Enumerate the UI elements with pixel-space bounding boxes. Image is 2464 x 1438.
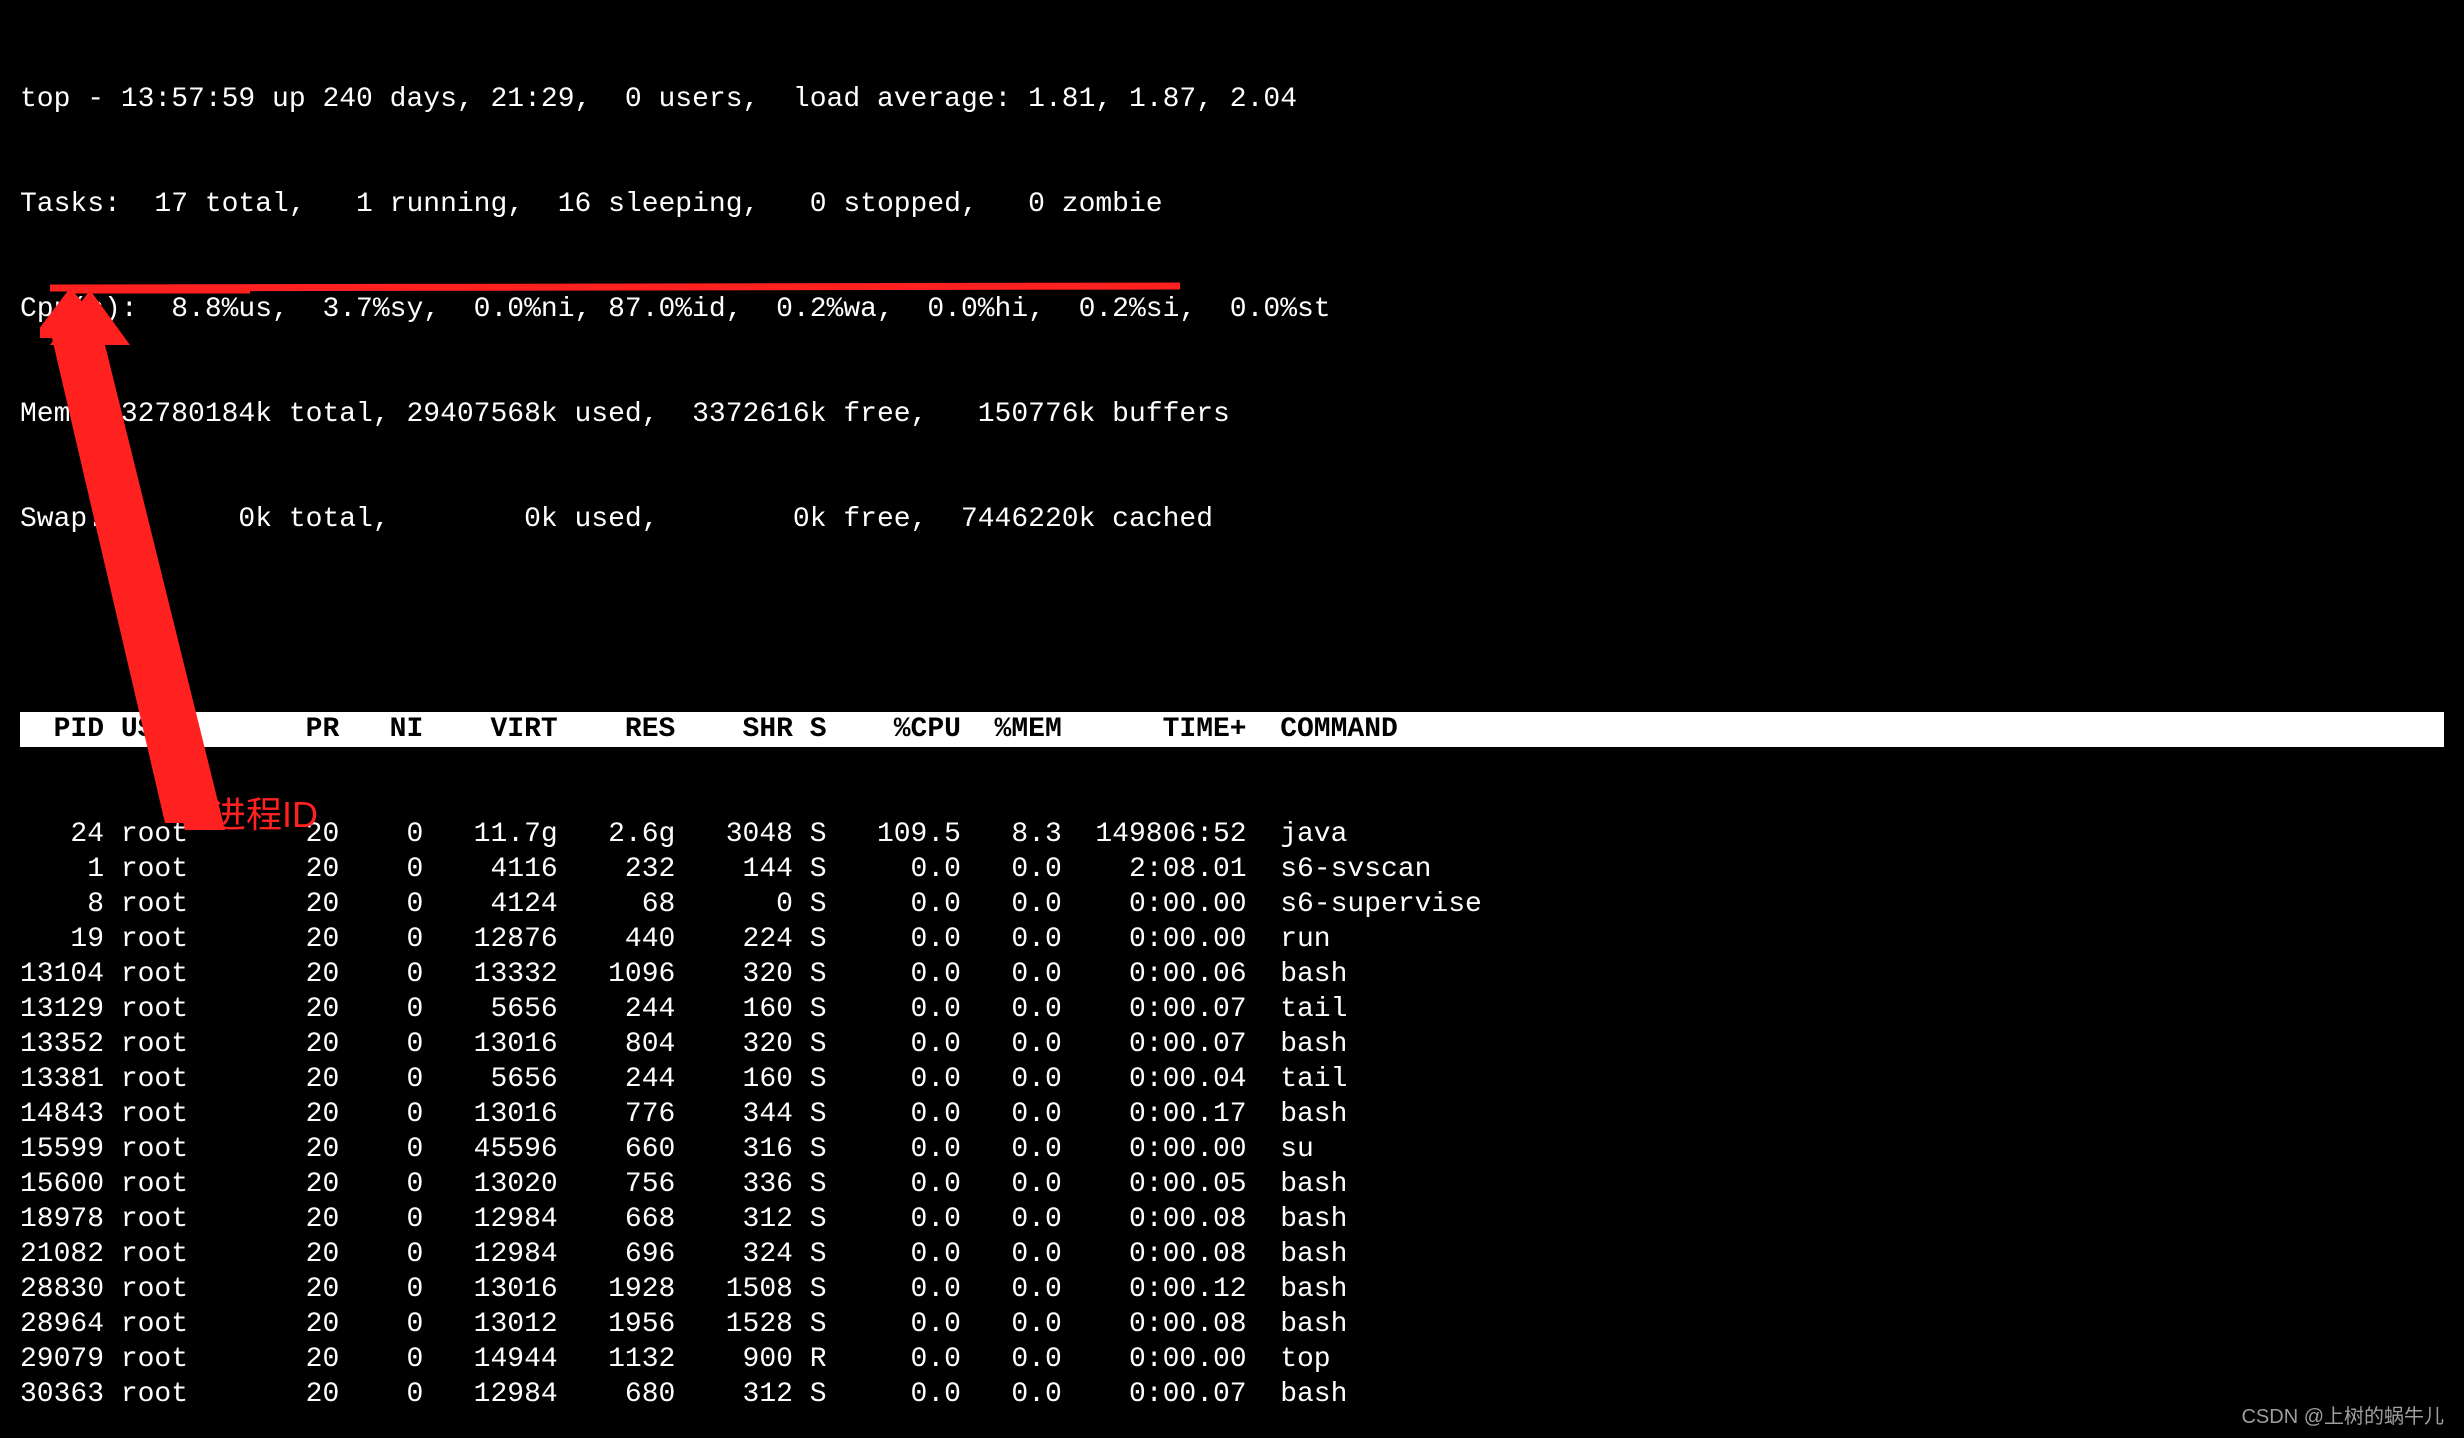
process-row: 13381 root 20 0 5656 244 160 S 0.0 0.0 0… <box>20 1062 2444 1097</box>
process-row: 15599 root 20 0 45596 660 316 S 0.0 0.0 … <box>20 1132 2444 1167</box>
process-row: 28830 root 20 0 13016 1928 1508 S 0.0 0.… <box>20 1272 2444 1307</box>
top-summary-swap: Swap: 0k total, 0k used, 0k free, 744622… <box>20 502 2444 537</box>
process-row: 13352 root 20 0 13016 804 320 S 0.0 0.0 … <box>20 1027 2444 1062</box>
process-row: 29079 root 20 0 14944 1132 900 R 0.0 0.0… <box>20 1342 2444 1377</box>
process-row: 13104 root 20 0 13332 1096 320 S 0.0 0.0… <box>20 957 2444 992</box>
process-row: 21082 root 20 0 12984 696 324 S 0.0 0.0 … <box>20 1237 2444 1272</box>
process-row: 28964 root 20 0 13012 1956 1528 S 0.0 0.… <box>20 1307 2444 1342</box>
process-row: 1 root 20 0 4116 232 144 S 0.0 0.0 2:08.… <box>20 852 2444 887</box>
watermark: CSDN @上树的蜗牛儿 <box>2241 1405 2444 1430</box>
process-row: 30363 root 20 0 12984 680 312 S 0.0 0.0 … <box>20 1377 2444 1412</box>
process-row: 15600 root 20 0 13020 756 336 S 0.0 0.0 … <box>20 1167 2444 1202</box>
top-summary-mem: Mem: 32780184k total, 29407568k used, 33… <box>20 397 2444 432</box>
terminal-output: top - 13:57:59 up 240 days, 21:29, 0 use… <box>0 0 2464 1438</box>
process-row: 14843 root 20 0 13016 776 344 S 0.0 0.0 … <box>20 1097 2444 1132</box>
blank-line <box>20 607 2444 642</box>
process-row: 19 root 20 0 12876 440 224 S 0.0 0.0 0:0… <box>20 922 2444 957</box>
top-summary-uptime: top - 13:57:59 up 240 days, 21:29, 0 use… <box>20 82 2444 117</box>
process-row: 24 root 20 0 11.7g 2.6g 3048 S 109.5 8.3… <box>20 817 2444 852</box>
process-table-body: 24 root 20 0 11.7g 2.6g 3048 S 109.5 8.3… <box>20 817 2444 1412</box>
process-table-header: PID USER PR NI VIRT RES SHR S %CPU %MEM … <box>20 712 2444 747</box>
top-summary-cpu: Cpu(s): 8.8%us, 3.7%sy, 0.0%ni, 87.0%id,… <box>20 292 2444 327</box>
top-summary-tasks: Tasks: 17 total, 1 running, 16 sleeping,… <box>20 187 2444 222</box>
process-row: 18978 root 20 0 12984 668 312 S 0.0 0.0 … <box>20 1202 2444 1237</box>
process-row: 8 root 20 0 4124 68 0 S 0.0 0.0 0:00.00 … <box>20 887 2444 922</box>
process-row: 13129 root 20 0 5656 244 160 S 0.0 0.0 0… <box>20 992 2444 1027</box>
